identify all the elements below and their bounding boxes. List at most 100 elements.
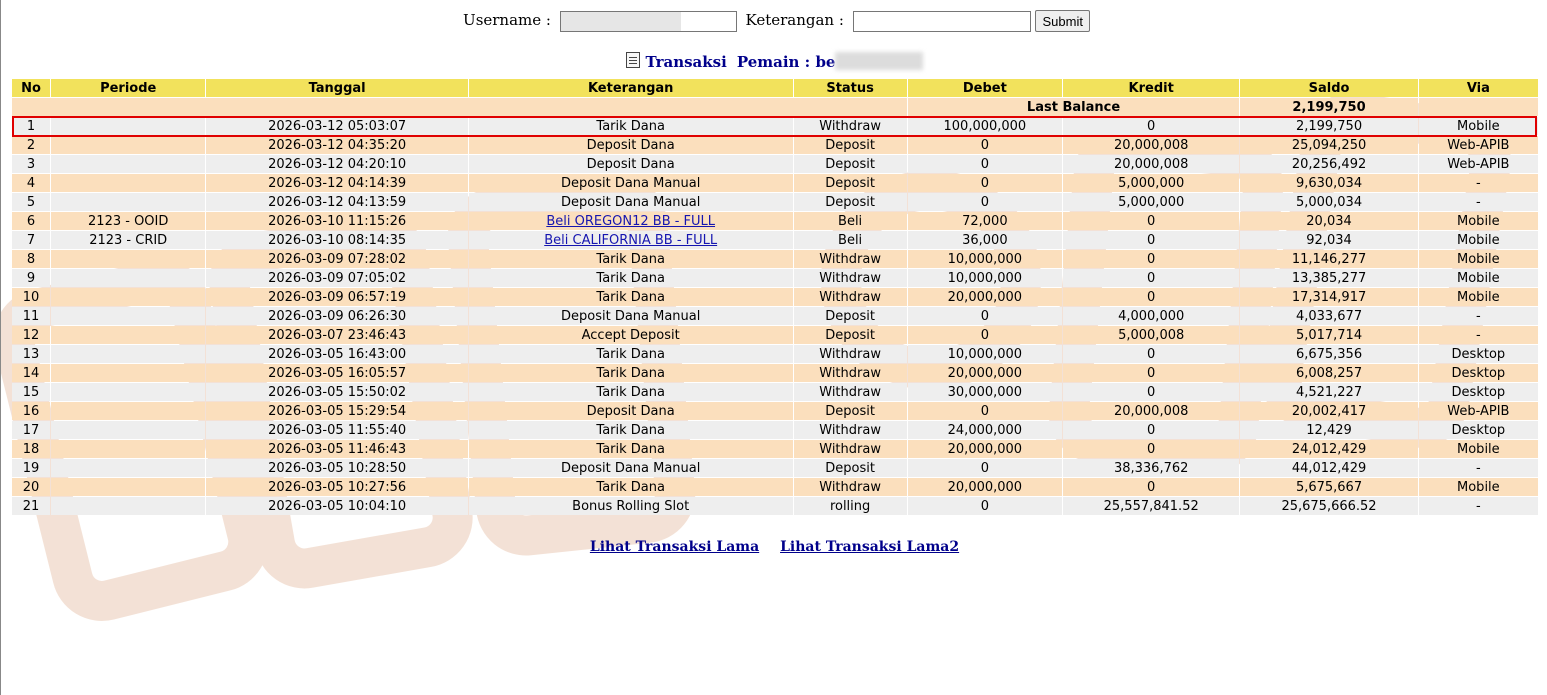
cell-tanggal: 2026-03-05 16:43:00 (206, 345, 468, 363)
cell-via: - (1418, 459, 1538, 477)
cell-saldo: 12,429 (1240, 421, 1418, 439)
cell-keterangan: Tarik Dana (468, 383, 793, 401)
cell-tanggal: 2026-03-09 06:57:19 (206, 288, 468, 306)
table-row: 14 2026-03-05 16:05:57 Tarik Dana Withdraw 2… (12, 364, 1538, 382)
table-row: 6 2123 - OOID 2026-03-10 11:15:26 Beli OREG… (12, 212, 1538, 230)
username-label: Username : (463, 11, 551, 29)
cell-tanggal: 2026-03-07 23:46:43 (206, 326, 468, 344)
cell-keterangan: Accept Deposit (468, 326, 793, 344)
cell-periode (51, 193, 206, 211)
cell-periode (51, 269, 206, 287)
cell-debet: 72,000 (907, 212, 1063, 230)
lihat-transaksi-lama2-link[interactable]: Lihat Transaksi Lama2 (780, 539, 959, 555)
cell-keterangan: Deposit Dana (468, 402, 793, 420)
table-row: 5 2026-03-12 04:13:59 Deposit Dana Manual D… (12, 193, 1538, 211)
cell-tanggal: 2026-03-05 10:28:50 (206, 459, 468, 477)
cell-debet: 24,000,000 (907, 421, 1063, 439)
cell-debet: 0 (907, 307, 1063, 325)
cell-via: Mobile (1418, 231, 1538, 249)
cell-via: Mobile (1418, 117, 1538, 135)
cell-via: Web-APIB (1418, 402, 1538, 420)
keterangan-link[interactable]: Beli OREGON12 BB - FULL (546, 214, 715, 229)
document-icon (625, 52, 640, 68)
cell-via: Web-APIB (1418, 136, 1538, 154)
cell-periode (51, 117, 206, 135)
title-pemain-label: Pemain : (736, 53, 811, 71)
table-row: 10 2026-03-09 06:57:19 Tarik Dana Withdraw 2… (12, 288, 1538, 306)
cell-via: Mobile (1418, 288, 1538, 306)
cell-debet: 0 (907, 193, 1063, 211)
cell-periode (51, 174, 206, 192)
cell-tanggal: 2026-03-10 11:15:26 (206, 212, 468, 230)
cell-kredit: 0 (1063, 345, 1240, 363)
cell-keterangan: Deposit Dana Manual (468, 174, 793, 192)
cell-kredit: 20,000,008 (1063, 402, 1240, 420)
cell-saldo: 6,008,257 (1240, 364, 1418, 382)
cell-status: Withdraw (793, 478, 907, 496)
cell-status: Deposit (793, 459, 907, 477)
cell-kredit: 4,000,000 (1063, 307, 1240, 325)
cell-tanggal: 2026-03-05 15:29:54 (206, 402, 468, 420)
cell-kredit: 0 (1063, 421, 1240, 439)
cell-no: 5 (12, 193, 51, 211)
cell-no: 2 (12, 136, 51, 154)
cell-debet: 10,000,000 (907, 345, 1063, 363)
cell-periode (51, 155, 206, 173)
cell-status: Deposit (793, 307, 907, 325)
redacted-name (835, 52, 924, 70)
cell-no: 15 (12, 383, 51, 401)
submit-button[interactable]: Submit (1035, 10, 1090, 32)
cell-via: - (1418, 174, 1538, 192)
table-header-row: No Periode Tanggal Keterangan Status Debet Kre… (12, 79, 1538, 97)
cell-no: 11 (12, 307, 51, 325)
cell-no: 13 (12, 345, 51, 363)
cell-keterangan: Bonus Rolling Slot (468, 497, 793, 515)
table-row: 20 2026-03-05 10:27:56 Tarik Dana Withdraw 2… (12, 478, 1538, 496)
cell-debet: 0 (907, 174, 1063, 192)
cell-keterangan: Tarik Dana (468, 440, 793, 458)
keterangan-input[interactable] (852, 10, 1031, 32)
cell-kredit: 0 (1063, 383, 1240, 401)
cell-keterangan: Tarik Dana (468, 364, 793, 382)
cell-debet: 20,000,000 (907, 440, 1063, 458)
last-balance-label: Last Balance (907, 98, 1240, 116)
table-row: 11 2026-03-09 06:26:30 Deposit Dana Manual… (12, 307, 1538, 325)
cell-no: 9 (12, 269, 51, 287)
cell-status: Deposit (793, 155, 907, 173)
keterangan-link[interactable]: Beli CALIFORNIA BB - FULL (544, 233, 717, 248)
cell-no: 14 (12, 364, 51, 382)
cell-tanggal: 2026-03-09 07:28:02 (206, 250, 468, 268)
column-header-periode: Periode (51, 79, 206, 97)
cell-tanggal: 2026-03-05 11:55:40 (206, 421, 468, 439)
cell-no: 19 (12, 459, 51, 477)
cell-periode (51, 421, 206, 439)
username-input[interactable] (559, 10, 737, 32)
cell-no: 12 (12, 326, 51, 344)
cell-status: Withdraw (793, 421, 907, 439)
cell-via: Desktop (1418, 383, 1538, 401)
cell-keterangan: Tarik Dana (468, 421, 793, 439)
cell-periode (51, 364, 206, 382)
cell-no: 16 (12, 402, 51, 420)
transaction-table: No Periode Tanggal Keterangan Status Debet Kre… (11, 78, 1539, 516)
column-header-no: No (12, 79, 51, 97)
cell-via: Mobile (1418, 250, 1538, 268)
cell-debet: 20,000,000 (907, 288, 1063, 306)
cell-no: 21 (12, 497, 51, 515)
lihat-transaksi-lama-link[interactable]: Lihat Transaksi Lama (590, 539, 759, 555)
footer-links: Lihat Transaksi Lama Lihat Transaksi Lam… (1, 539, 1547, 555)
cell-tanggal: 2026-03-12 04:20:10 (206, 155, 468, 173)
cell-status: Withdraw (793, 364, 907, 382)
table-row: 9 2026-03-09 07:05:02 Tarik Dana Withdraw 10… (12, 269, 1538, 287)
cell-kredit: 25,557,841.52 (1063, 497, 1240, 515)
cell-periode (51, 402, 206, 420)
cell-status: rolling (793, 497, 907, 515)
cell-status: Withdraw (793, 288, 907, 306)
cell-kredit: 0 (1063, 231, 1240, 249)
cell-kredit: 0 (1063, 250, 1240, 268)
cell-no: 1 (12, 117, 51, 135)
cell-debet: 0 (907, 497, 1063, 515)
table-row: 3 2026-03-12 04:20:10 Deposit Dana Deposit 0… (12, 155, 1538, 173)
cell-periode (51, 459, 206, 477)
cell-status: Beli (793, 212, 907, 230)
